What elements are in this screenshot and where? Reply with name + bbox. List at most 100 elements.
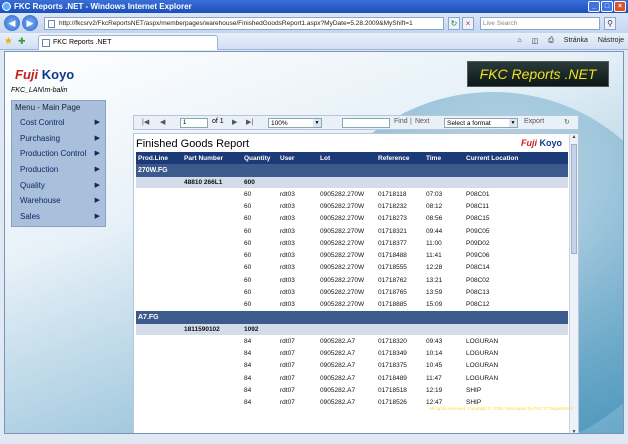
quantity-cell: 60 xyxy=(244,239,252,247)
col-user: User xyxy=(278,152,318,164)
time-cell: 07:03 xyxy=(426,190,443,198)
quantity-cell: 60 xyxy=(244,276,252,284)
menu-item-purchasing[interactable]: Purchasing ▶ xyxy=(12,131,105,147)
menu-item-quality[interactable]: Quality ▶ xyxy=(12,178,105,194)
col-current-location: Current Location xyxy=(464,152,568,164)
prev-page-icon[interactable]: ◀ xyxy=(160,118,165,126)
quantity-cell: 60 xyxy=(244,264,252,272)
time-cell: 13:21 xyxy=(426,276,443,284)
menu-item-cost-control[interactable]: Cost Control ▶ xyxy=(12,115,105,131)
user-cell: rdt07 xyxy=(280,349,295,357)
group-line: A7.FG xyxy=(136,310,568,324)
reference-cell: 01718765 xyxy=(378,289,407,297)
scroll-down-icon[interactable]: ▼ xyxy=(571,429,577,433)
menu-item-production-control[interactable]: Production Control ▶ xyxy=(12,146,105,162)
zoom-select[interactable]: 100% ▼ xyxy=(268,118,322,128)
command-bar: ⌂ ◫ ⎙ Stránka Nástroje xyxy=(517,37,624,45)
table-row: 60 rdt03 0905282.270W 01718118 07:03 P08C01 xyxy=(136,188,568,200)
col-reference: Reference xyxy=(376,152,424,164)
table-row: 84 rdt07 0905282.A7 01718320 09:43 LOGURAN xyxy=(136,335,568,347)
next-link[interactable]: Next xyxy=(415,118,429,125)
table-row: 60 rdt03 0905282.270W 01718273 08:56 P08C15 xyxy=(136,213,568,225)
search-input[interactable]: Live Search xyxy=(480,17,600,30)
reference-cell: 01718375 xyxy=(378,362,407,370)
maximize-button[interactable]: □ xyxy=(601,1,613,12)
user-cell: rdt03 xyxy=(280,289,295,297)
tools-menu[interactable]: Nástroje xyxy=(598,37,624,45)
refresh-report-icon[interactable]: ↻ xyxy=(564,118,570,126)
reference-cell: 01718885 xyxy=(378,301,407,309)
scroll-up-icon[interactable]: ▲ xyxy=(571,134,577,142)
table-row: 60 rdt03 0905282.270W 01718765 13:59 P08C13 xyxy=(136,286,568,298)
reference-cell: 01718762 xyxy=(378,276,407,284)
reference-cell: 01718273 xyxy=(378,215,407,223)
menu-title: Menu - Main Page xyxy=(15,103,81,112)
report-scrollbar[interactable]: ▲ ▼ xyxy=(569,134,578,433)
time-cell: 09:43 xyxy=(426,337,443,345)
total-quantity: 1092 xyxy=(242,323,278,335)
tab-bar: ★ ✚ FKC Reports .NET ⌂ ◫ ⎙ Stránka Nástr… xyxy=(0,33,628,50)
next-page-icon[interactable]: ▶ xyxy=(232,118,237,126)
print-icon[interactable]: ⎙ xyxy=(548,37,554,45)
user-cell: rdt03 xyxy=(280,252,295,260)
forward-icon[interactable]: ▶ xyxy=(22,15,38,31)
col-lot: Lot xyxy=(318,152,376,164)
lot-cell: 0905282.270W xyxy=(320,227,365,235)
stop-icon[interactable]: × xyxy=(462,17,474,30)
refresh-icon[interactable]: ↻ xyxy=(448,17,460,30)
scroll-thumb[interactable] xyxy=(571,144,577,254)
close-button[interactable]: × xyxy=(614,1,626,12)
search-icon[interactable]: ⚲ xyxy=(604,17,616,30)
window-title: FKC Reports .NET - Windows Internet Expl… xyxy=(14,2,192,11)
location-cell: P08C13 xyxy=(466,289,490,297)
user-cell: rdt07 xyxy=(280,399,295,407)
lot-cell: 0905282.A7 xyxy=(320,399,356,407)
tab-fkc-reports[interactable]: FKC Reports .NET xyxy=(38,35,218,50)
reference-cell: 01718518 xyxy=(378,386,407,394)
time-cell: 15:09 xyxy=(426,301,443,309)
back-icon[interactable]: ◀ xyxy=(4,15,20,31)
favorites-star-icon[interactable]: ★ xyxy=(4,36,13,47)
page-number-input[interactable]: 1 xyxy=(180,118,208,128)
table-header: Prod.Line Part Number Quantity User Lot … xyxy=(136,152,568,164)
address-field[interactable]: http://fkcsrv2/FkcReportsNET/aspx/member… xyxy=(44,17,444,30)
find-input[interactable] xyxy=(342,118,390,128)
reference-cell: 01718321 xyxy=(378,227,407,235)
quantity-cell: 60 xyxy=(244,301,252,309)
user-label: FKC_LAN\m-balin xyxy=(11,87,68,94)
location-cell: P08C11 xyxy=(466,202,490,210)
table-row: 60 rdt03 0905282.270W 01718762 13:21 P08C02 xyxy=(136,274,568,286)
add-favorite-icon[interactable]: ✚ xyxy=(18,36,26,47)
table-row: 60 rdt03 0905282.270W 01718488 11:41 P09C06 xyxy=(136,249,568,261)
first-page-icon[interactable]: |◀ xyxy=(142,118,149,126)
last-page-icon[interactable]: ▶| xyxy=(246,118,253,126)
location-cell: LOGURAN xyxy=(466,337,499,345)
lot-cell: 0905282.270W xyxy=(320,289,365,297)
export-link[interactable]: Export xyxy=(524,118,544,125)
format-select[interactable]: Select a format ▼ xyxy=(444,118,518,128)
lot-cell: 0905282.270W xyxy=(320,239,365,247)
quantity-cell: 84 xyxy=(244,386,252,394)
reference-cell: 01718320 xyxy=(378,337,407,345)
find-link[interactable]: Find xyxy=(394,118,408,125)
feeds-icon[interactable]: ◫ xyxy=(532,37,539,45)
menu-item-sales[interactable]: Sales ▶ xyxy=(12,209,105,225)
time-cell: 09:44 xyxy=(426,227,443,235)
home-icon[interactable]: ⌂ xyxy=(517,37,521,45)
lot-cell: 0905282.A7 xyxy=(320,349,356,357)
lot-cell: 0905282.270W xyxy=(320,190,365,198)
page-menu[interactable]: Stránka xyxy=(564,37,588,45)
quantity-cell: 60 xyxy=(244,190,252,198)
reference-cell: 01718232 xyxy=(378,202,407,210)
menu-item-production[interactable]: Production ▶ xyxy=(12,162,105,178)
address-toolbar: ◀ ▶ http://fkcsrv2/FkcReportsNET/aspx/me… xyxy=(0,13,628,33)
reference-cell: 01718377 xyxy=(378,239,407,247)
minimize-button[interactable]: _ xyxy=(588,1,600,12)
user-cell: rdt03 xyxy=(280,276,295,284)
chevron-right-icon: ▶ xyxy=(94,150,100,158)
separator: | xyxy=(410,118,412,125)
menu-item-warehouse[interactable]: Warehouse ▶ xyxy=(12,193,105,209)
quantity-cell: 84 xyxy=(244,374,252,382)
lot-cell: 0905282.A7 xyxy=(320,386,356,394)
location-cell: P08C01 xyxy=(466,190,490,198)
